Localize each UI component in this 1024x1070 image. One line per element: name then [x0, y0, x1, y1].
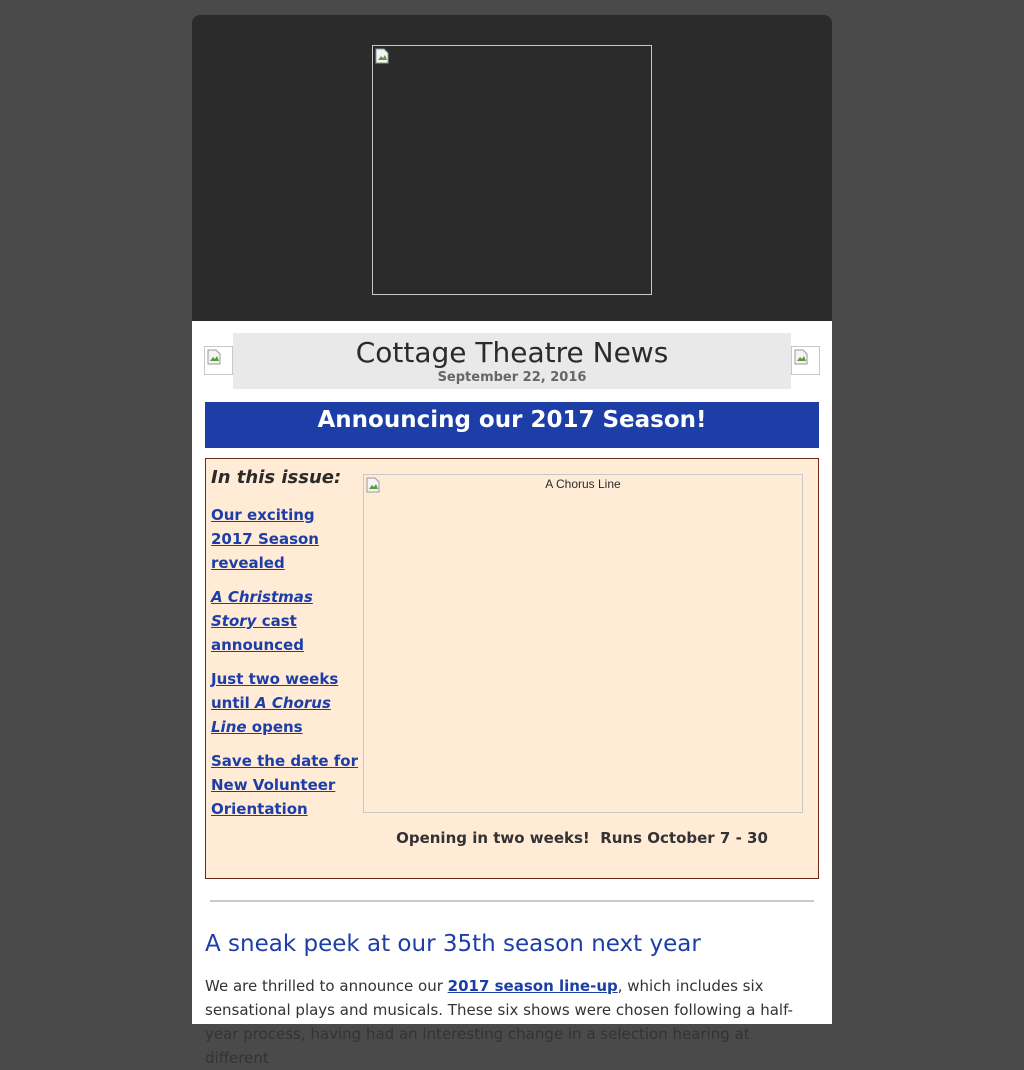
title-box: Cottage Theatre News September 22, 2016: [233, 333, 791, 389]
newsletter-body: Cottage Theatre News September 22, 2016 …: [192, 321, 832, 1067]
link-label-post: opens: [246, 718, 303, 736]
left-decor-image: [204, 346, 233, 375]
header-band: [192, 15, 832, 321]
issue-links-column: In this issue: Our exciting 2017 Season …: [211, 465, 359, 831]
season-lineup-link[interactable]: 2017 season line-up: [448, 977, 618, 995]
chorus-line-image: A Chorus Line: [363, 474, 803, 813]
announcement-banner: Announcing our 2017 Season!: [205, 402, 819, 448]
newsletter-date: September 22, 2016: [437, 370, 587, 385]
header-logo-image: [372, 45, 652, 295]
link-volunteer-orientation[interactable]: Save the date for New Volunteer Orientat…: [211, 749, 359, 821]
image-caption: Opening in two weeks! Runs October 7 - 3…: [396, 829, 768, 847]
link-chorus-line-opens[interactable]: Just two weeks until A Chorus Line opens: [211, 667, 359, 739]
right-decor-image: [791, 346, 820, 375]
image-alt-text: A Chorus Line: [545, 477, 621, 491]
section-body: We are thrilled to announce our 2017 sea…: [205, 974, 817, 1070]
title-row: Cottage Theatre News September 22, 2016: [192, 333, 832, 389]
newsletter-title: Cottage Theatre News: [355, 336, 669, 369]
body-text-pre: We are thrilled to announce our: [205, 977, 448, 995]
section-divider: [210, 900, 814, 902]
link-2017-season[interactable]: Our exciting 2017 Season revealed: [211, 503, 359, 575]
link-christmas-story-cast[interactable]: A Christmas Story cast announced: [211, 585, 359, 657]
issue-heading: In this issue:: [211, 467, 342, 488]
in-this-issue-box: In this issue: Our exciting 2017 Season …: [205, 458, 819, 879]
broken-image-icon: [375, 48, 389, 64]
newsletter-container: Cottage Theatre News September 22, 2016 …: [192, 15, 832, 1067]
section-heading: A sneak peek at our 35th season next yea…: [205, 931, 701, 957]
link-label: Save the date for New Volunteer Orientat…: [211, 752, 358, 818]
broken-image-icon: [207, 349, 221, 365]
broken-image-icon: [794, 349, 808, 365]
link-label: Our exciting 2017 Season revealed: [211, 506, 319, 572]
